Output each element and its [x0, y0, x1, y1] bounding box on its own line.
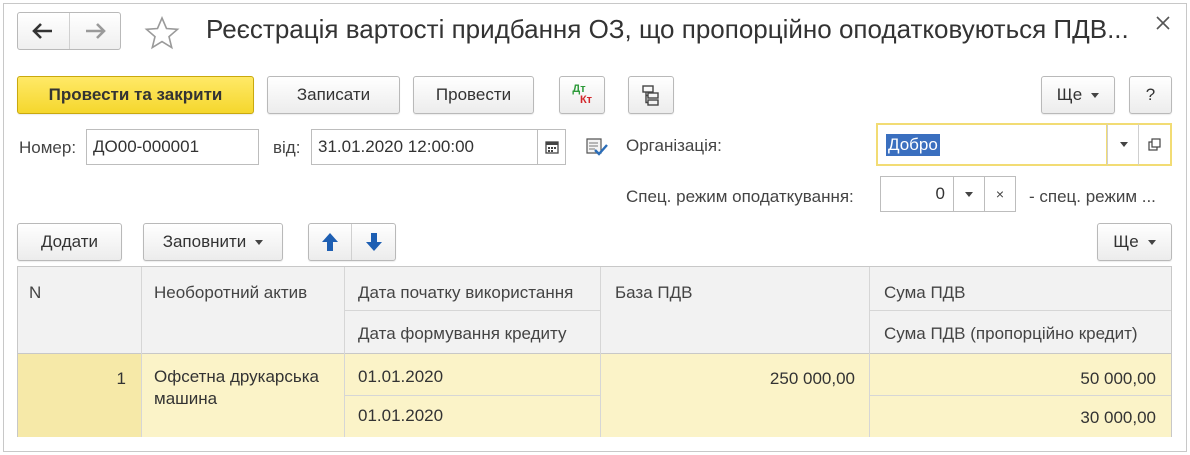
chevron-down-icon	[1147, 239, 1156, 245]
spec-mode-label: Спец. режим оподаткування:	[626, 187, 854, 206]
row-divider	[344, 395, 600, 396]
document-status-button[interactable]	[585, 136, 609, 163]
spec-mode-dropdown-button[interactable]	[953, 176, 985, 212]
cell-vat-base: 250 000,00	[769, 369, 855, 388]
open-window-icon	[1148, 138, 1161, 151]
kt-label: Кт	[579, 94, 593, 106]
forward-button[interactable]	[68, 13, 120, 49]
arrow-left-icon	[32, 23, 53, 39]
column-divider	[141, 267, 142, 437]
move-buttons-group	[308, 223, 396, 261]
column-divider	[869, 267, 870, 437]
table-more-button[interactable]: Ще	[1097, 223, 1172, 261]
clear-icon: ×	[995, 186, 1005, 202]
organization-input[interactable]: Добро	[876, 123, 1108, 166]
organization-dropdown-button[interactable]	[1107, 123, 1139, 166]
row-divider	[869, 310, 1171, 311]
table-more-label: Ще	[1113, 232, 1139, 251]
row-divider	[344, 310, 600, 311]
spec-mode-input[interactable]: 0	[880, 176, 954, 212]
back-button[interactable]	[18, 13, 69, 49]
calendar-button[interactable]	[537, 129, 566, 165]
page-title: Реєстрація вартості придбання ОЗ, що про…	[206, 14, 1129, 44]
column-header-date-start[interactable]: Дата початку використання	[358, 283, 573, 303]
favorite-star-button[interactable]	[144, 15, 180, 55]
calendar-icon	[544, 141, 559, 154]
post-button[interactable]: Провести	[413, 76, 534, 114]
row-divider	[869, 395, 1171, 396]
organization-open-button[interactable]	[1138, 123, 1172, 166]
spec-mode-note: - спец. режим ...	[1029, 187, 1156, 206]
save-button[interactable]: Записати	[267, 76, 400, 114]
column-header-n[interactable]: N	[29, 283, 41, 303]
number-label: Номер:	[19, 138, 77, 157]
column-header-date-credit[interactable]: Дата формування кредиту	[358, 324, 567, 344]
row-current-cell	[18, 354, 141, 437]
navigation-buttons	[17, 12, 121, 50]
dt-kt-button[interactable]: Дт Кт	[559, 76, 605, 114]
column-header-vat-base[interactable]: База ПДВ	[615, 283, 692, 303]
hierarchy-icon	[642, 85, 659, 106]
cell-vat-sum-prop: 30 000,00	[1080, 408, 1156, 427]
arrow-down-icon	[365, 233, 382, 251]
star-icon	[144, 15, 180, 50]
post-and-close-button[interactable]: Провести та закрити	[17, 76, 254, 114]
fill-button[interactable]: Заповнити	[143, 223, 283, 261]
move-down-button[interactable]	[352, 224, 395, 260]
column-header-asset[interactable]: Необоротний актив	[154, 283, 307, 303]
spec-mode-clear-button[interactable]: ×	[984, 176, 1016, 212]
arrow-right-icon	[85, 23, 106, 39]
structure-button[interactable]	[628, 76, 674, 114]
date-input[interactable]: 31.01.2020 12:00:00	[311, 129, 538, 165]
add-row-button[interactable]: Додати	[17, 223, 122, 261]
organization-label: Організація:	[626, 136, 722, 155]
chevron-down-icon	[1119, 142, 1128, 147]
cell-asset-line1: Офсетна друкарська	[154, 367, 319, 386]
more-label: Ще	[1056, 85, 1083, 104]
column-divider	[600, 267, 601, 437]
column-header-vat-sum-prop[interactable]: Сума ПДВ (пропорційно кредит)	[884, 324, 1138, 344]
cell-date-credit: 01.01.2020	[358, 406, 444, 425]
cell-date-start: 01.01.2020	[358, 367, 444, 386]
close-icon	[1156, 16, 1170, 30]
chevron-down-icon	[255, 239, 264, 245]
date-label: від:	[273, 138, 301, 157]
more-actions-button[interactable]: Ще	[1041, 76, 1115, 114]
dt-kt-icon: Дт Кт	[572, 84, 592, 106]
column-divider	[344, 267, 345, 437]
chevron-down-icon	[965, 191, 973, 197]
arrow-up-icon	[322, 233, 338, 251]
help-button[interactable]: ?	[1129, 76, 1172, 114]
number-input[interactable]: ДО00-000001	[86, 129, 259, 165]
document-check-icon	[586, 138, 608, 156]
cell-vat-sum: 50 000,00	[1080, 369, 1156, 388]
close-button[interactable]	[1154, 14, 1172, 37]
organization-value: Добро	[886, 133, 940, 156]
chevron-down-icon	[1091, 92, 1100, 98]
column-header-vat-sum[interactable]: Сума ПДВ	[884, 283, 966, 303]
cell-asset-line2: машина	[154, 389, 218, 408]
move-up-button[interactable]	[309, 224, 352, 260]
cell-n: 1	[116, 369, 126, 388]
assets-table: N Необоротний актив Дата початку викорис…	[17, 266, 1172, 437]
fill-label: Заповнити	[162, 232, 247, 251]
